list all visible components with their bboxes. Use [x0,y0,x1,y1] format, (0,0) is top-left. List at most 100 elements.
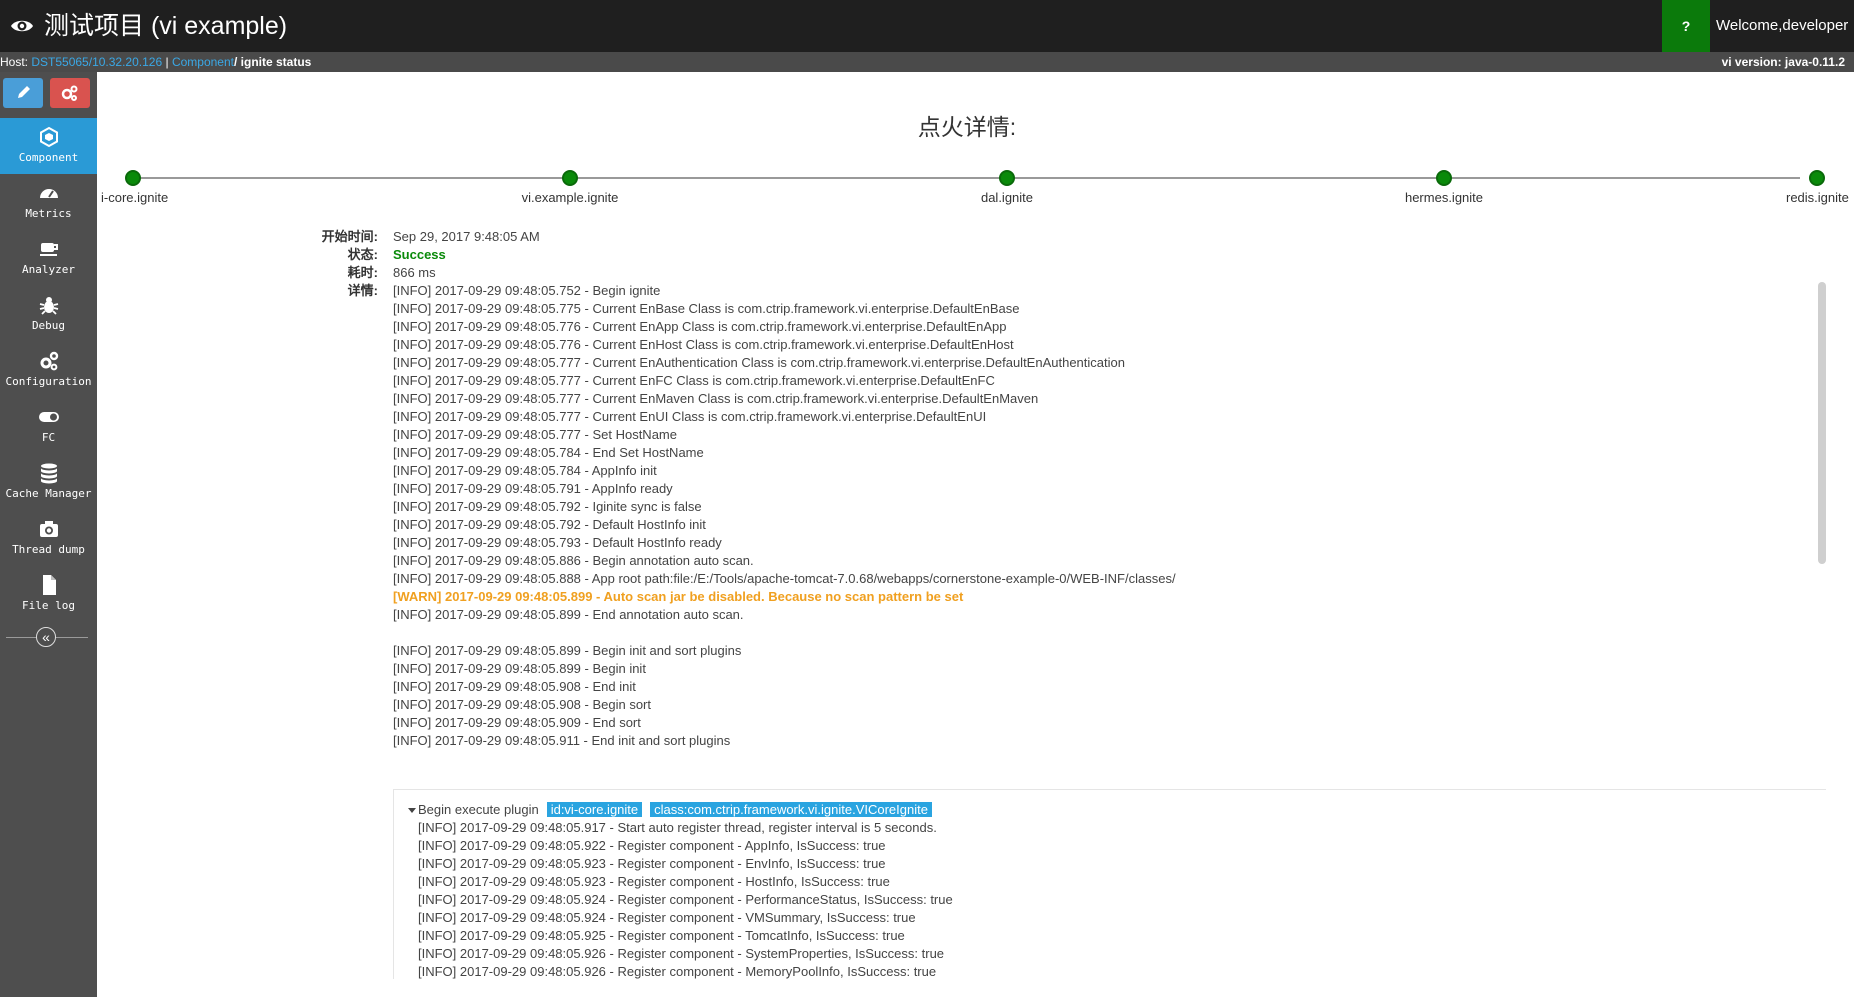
plugin-log: [INFO] 2017-09-29 09:48:05.917 - Start a… [418,819,953,979]
log-line: [INFO] 2017-09-29 09:48:05.775 - Current… [393,301,1020,316]
breadcrumb: Host: DST55065/10.32.20.126 | Component/… [0,52,311,72]
timeline-node[interactable] [562,170,578,186]
log-line: [INFO] 2017-09-29 09:48:05.777 - Current… [393,391,1039,406]
help-button[interactable]: ? [1662,0,1710,52]
timeline-label: dal.ignite [980,190,1034,205]
sidebar-item-label: Component [18,151,79,164]
timeline-node[interactable] [125,170,141,186]
component-icon [39,126,58,148]
sidebar: Component Metrics Analyzer Debug Configu… [0,72,97,997]
log-line: [INFO] 2017-09-29 09:48:05.777 - Current… [393,409,987,424]
log-line: [WARN] 2017-09-29 09:48:05.899 - Auto sc… [393,589,964,604]
log-line: [INFO] 2017-09-29 09:48:05.899 - Begin i… [393,661,646,676]
current-page: / ignite status [234,55,312,69]
plugin-class-tag: class:com.ctrip.framework.vi.ignite.VICo… [650,802,932,817]
sidebar-item-label: Thread dump [12,543,85,556]
timeline-label: vi.example.ignite [521,190,619,205]
log-line: [INFO] 2017-09-29 09:48:05.899 - Begin i… [393,643,742,658]
scrollbar-thumb[interactable] [1818,282,1826,564]
coffee-icon [39,243,58,256]
log-line: [INFO] 2017-09-29 09:48:05.899 - End ann… [393,607,744,622]
eye-icon [11,20,33,32]
plugin-log-line: [INFO] 2017-09-29 09:48:05.924 - Registe… [418,910,916,925]
user-menu[interactable]: Welcome,developer [1710,0,1854,81]
log-line: [INFO] 2017-09-29 09:48:05.777 - Current… [393,373,995,388]
sidebar-item-label: Metrics [25,207,72,220]
log-line: [INFO] 2017-09-29 09:48:05.777 - Current… [393,355,1125,370]
plugin-log-line: [INFO] 2017-09-29 09:48:05.922 - Registe… [418,838,886,853]
log-line: [INFO] 2017-09-29 09:48:05.908 - End ini… [393,679,636,694]
sidebar-item-file-log[interactable]: File log [0,566,97,622]
file-icon [42,575,56,595]
duration-label: 耗时: [347,265,378,280]
welcome-label: Welcome,developer [1716,17,1849,34]
component-link[interactable]: Component [172,55,234,69]
database-icon [40,463,57,484]
bug-icon [39,297,58,315]
plugin-panel: Begin execute plugin id:vi-core.ignite cla… [393,789,1826,979]
gears-icon [40,351,58,371]
sidebar-item-metrics[interactable]: Metrics [0,174,97,230]
timeline-label: i-core.ignite [101,190,169,205]
plugin-header-text: Begin execute plugin [418,802,539,817]
log-line: [INFO] 2017-09-29 09:48:05.784 - End Set… [393,445,704,460]
caret-down-icon [408,808,416,814]
edit-button[interactable] [3,78,43,108]
log-line: [INFO] 2017-09-29 09:48:05.791 - AppInfo… [393,481,673,496]
log-line: [INFO] 2017-09-29 09:48:05.793 - Default… [393,535,722,550]
timeline-node[interactable] [1809,170,1825,186]
sidebar-item-component[interactable]: Component [0,118,97,174]
host-link[interactable]: DST55065/10.32.20.126 [31,55,162,69]
plugin-log-line: [INFO] 2017-09-29 09:48:05.917 - Start a… [418,820,937,835]
sidebar-item-fc[interactable]: FC [0,398,97,454]
caret-down-icon [1718,75,1726,81]
sidebar-item-label: Analyzer [22,263,75,276]
version-label: vi version: java-0.11.2 [1721,55,1845,69]
app-title[interactable]: 测试项目 (vi example) [10,0,287,52]
status-value: Success [393,247,446,262]
log-line: [INFO] 2017-09-29 09:48:05.792 - Default… [393,517,706,532]
sidebar-item-analyzer[interactable]: Analyzer [0,230,97,286]
log-line: [INFO] 2017-09-29 09:48:05.776 - Current… [393,337,1014,352]
top-bar: 测试项目 (vi example) ? Welcome,developer [0,0,1854,81]
plugin-log-line: [INFO] 2017-09-29 09:48:05.926 - Registe… [418,964,937,979]
host-prefix: Host: [0,55,29,69]
sidebar-item-configuration[interactable]: Configuration [0,342,97,398]
sidebar-item-label: File log [22,599,75,612]
sub-bar: Host: DST55065/10.32.20.126 | Component/… [0,52,1854,72]
sidebar-item-label: Debug [31,319,66,332]
log-line: [INFO] 2017-09-29 09:48:05.888 - App roo… [393,571,1176,586]
plugin-log-line: [INFO] 2017-09-29 09:48:05.926 - Registe… [418,946,945,961]
start-time-label: 开始时间: [321,229,378,244]
sidebar-item-debug[interactable]: Debug [0,286,97,342]
duration-value: 866 ms [393,265,436,280]
plugin-log-line: [INFO] 2017-09-29 09:48:05.925 - Registe… [418,928,905,943]
dashboard-icon [39,189,58,198]
app-title-text: 测试项目 (vi example) [44,12,288,40]
log-line: [INFO] 2017-09-29 09:48:05.908 - Begin s… [393,697,651,712]
camera-icon [39,521,58,537]
plugin-log-line: [INFO] 2017-09-29 09:48:05.924 - Registe… [418,892,953,907]
log-line: [INFO] 2017-09-29 09:48:05.784 - AppInfo… [393,463,657,478]
timeline-label: redis.ignite [1786,190,1849,205]
log-line: [INFO] 2017-09-29 09:48:05.777 - Set Hos… [393,427,677,442]
log-line: [INFO] 2017-09-29 09:48:05.776 - Current… [393,319,1007,334]
settings-button[interactable] [50,78,90,108]
plugin-log-line: [INFO] 2017-09-29 09:48:05.923 - Registe… [418,874,890,889]
plugin-log-line: [INFO] 2017-09-29 09:48:05.923 - Registe… [418,856,886,871]
sidebar-item-cache-manager[interactable]: Cache Manager [0,454,97,510]
timeline-node[interactable] [1436,170,1452,186]
collapse-sidebar-button[interactable]: « [36,627,56,647]
gears-icon [61,85,78,101]
log-line: [INFO] 2017-09-29 09:48:05.886 - Begin a… [393,553,754,568]
sidebar-item-label: Configuration [5,375,92,388]
timeline-track [130,177,1800,179]
sidebar-item-label: FC [41,431,56,444]
sidebar-item-thread-dump[interactable]: Thread dump [0,510,97,566]
plugin-header[interactable]: Begin execute plugin id:vi-core.ignite cla… [408,801,932,819]
page-title: 点火详情: [917,114,1017,140]
timeline-node[interactable] [999,170,1015,186]
log-line: [INFO] 2017-09-29 09:48:05.909 - End sor… [393,715,641,730]
